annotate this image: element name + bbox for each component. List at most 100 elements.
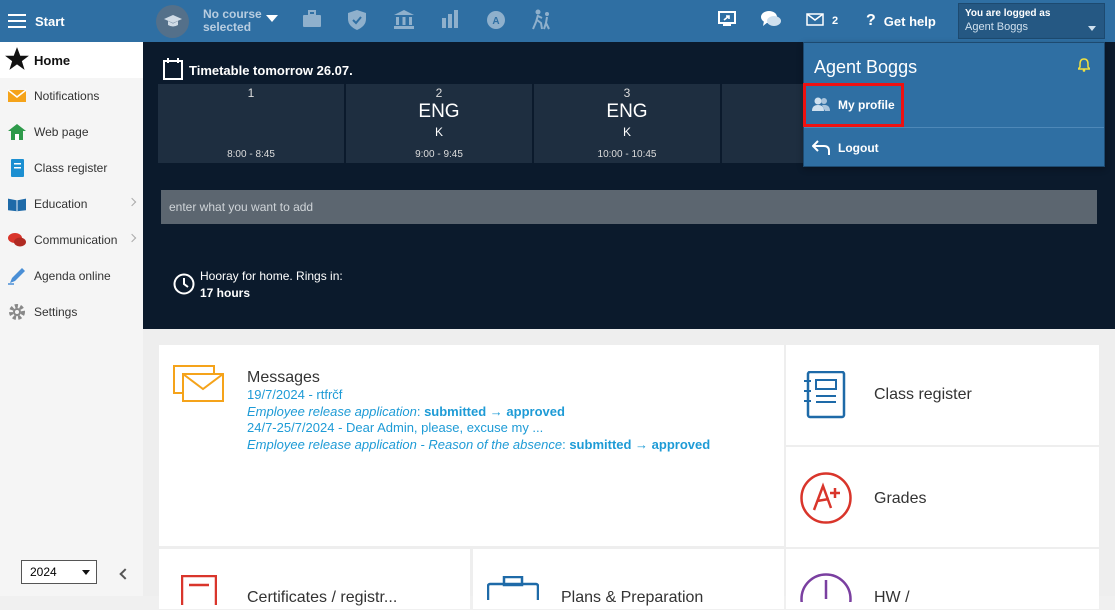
logout-menu-item[interactable]: Logout [804,129,1104,167]
user-menu-toggle[interactable]: You are logged as Agent Boggs [958,3,1105,39]
grade-badge-icon[interactable]: A [486,10,506,35]
house-icon [8,123,26,141]
pen-icon [8,267,26,285]
logged-user-name: Agent Boggs [965,21,1028,33]
message-entry-type: Employee release application [247,403,417,419]
sidebar-item-communication[interactable]: Communication [0,222,143,258]
sidebar-item-label: Communication [34,233,118,247]
logout-label: Logout [838,141,879,155]
clock-icon [173,273,195,298]
timetable-period[interactable]: 2 ENG K 9:00 - 9:45 [346,84,532,163]
briefcase-icon [486,575,540,610]
chevron-right-icon [127,233,137,243]
chat-bubbles-icon [8,231,26,249]
period-number: 2 [435,86,443,100]
timetable-period[interactable]: 1 8:00 - 8:45 [158,84,344,163]
course-line2: selected [203,20,252,34]
rings-line1: Hooray for home. Rings in: [200,269,343,283]
sidebar-item-label: Web page [34,125,89,139]
logged-as-label: You are logged as [965,8,1051,19]
my-profile-menu-item[interactable]: My profile [804,86,1104,124]
sidebar-item-education[interactable]: Education [0,186,143,222]
message-entry-date[interactable]: 19/7/2024 - rtfrčf [247,387,777,404]
plans-label: Plans & Preparation [561,589,704,606]
sidebar-item-notifications[interactable]: Notifications [0,78,143,114]
messages-button[interactable]: 2 [806,0,838,42]
message-entry-status: submitted → approved [424,403,565,419]
message-entry-detail: Employee release application: submitted … [247,403,565,419]
message-entry-status: submitted → approved [569,436,711,452]
quick-add-input[interactable] [161,190,1097,224]
question-icon: ? [866,12,876,29]
dropdown-divider [804,127,1104,128]
rings-line2: 17 hours [200,286,251,300]
sidebar-item-home[interactable]: Home [0,42,143,78]
envelope-icon [8,87,26,105]
envelopes-icon [173,365,225,408]
bank-icon[interactable] [394,10,414,34]
clock-icon [799,572,853,610]
star-icon [4,46,30,75]
grades-label: Grades [874,490,927,507]
graduation-cap-icon[interactable] [156,5,189,38]
dashboard-cards: Messages 19/7/2024 - rtfrčf Employee rel… [143,329,1115,610]
class-register-card[interactable]: Class register [786,345,1099,445]
certificates-label: Certificates / registr... [247,589,398,606]
message-entry-detail: Employee release application - Reason of… [247,436,711,452]
chevron-down-icon [82,570,90,575]
user-dropdown-menu: Agent Boggs My profile Logout [803,42,1105,167]
sidebar-item-web-page[interactable]: Web page [0,114,143,150]
bar-chart-icon[interactable] [441,10,459,33]
sidebar-item-class-register[interactable]: Class register [0,150,143,186]
collapse-sidebar-icon[interactable] [119,568,131,580]
my-profile-label: My profile [838,98,895,112]
period-subject: ENG [606,101,648,122]
get-help-button[interactable]: ? Get help [866,0,936,42]
top-bar: Start No course selected A 2 ? Get help [0,0,1115,42]
screen-share-icon[interactable] [718,11,736,32]
sidebar-home-label: Home [34,52,71,68]
walking-people-icon[interactable] [531,9,553,36]
period-number: 1 [247,86,255,100]
message-entry-date[interactable]: 24/7-25/7/2024 - Dear Admin, please, exc… [247,420,777,437]
sidebar-item-agenda-online[interactable]: Agenda online [0,258,143,294]
sidebar-item-label: Education [34,197,88,211]
certificates-card[interactable]: Certificates / registr... [159,549,470,610]
period-subject: ENG [418,101,460,122]
svg-text:A: A [492,16,499,27]
messages-card[interactable]: Messages 19/7/2024 - rtfrčf Employee rel… [159,345,784,546]
briefcase-icon[interactable] [302,10,322,33]
timetable-period[interactable]: 3 ENG K 10:00 - 10:45 [534,84,720,163]
chat-icon[interactable] [761,10,781,33]
gear-icon [8,303,26,321]
grades-card[interactable]: Grades [786,447,1099,547]
users-icon [812,97,830,114]
course-selector[interactable]: No course selected [203,8,262,34]
sidebar-item-label: Agenda online [34,269,111,283]
chevron-down-icon[interactable] [266,15,278,22]
chevron-right-icon [127,197,137,207]
sidebar-item-label: Class register [34,161,108,175]
year-select[interactable]: 2024 [21,560,97,584]
bell-icon[interactable] [1076,58,1092,77]
period-room: K [434,125,443,139]
homework-label: HW / [874,589,910,606]
timetable-title: Timetable tomorrow 26.07. [163,58,353,83]
plans-card[interactable]: Plans & Preparation [473,549,784,610]
start-menu-button[interactable]: Start [8,0,65,42]
grade-a-plus-icon [799,471,853,530]
message-entry-type: Employee release application - Reason of… [247,436,563,452]
class-register-label: Class register [874,386,972,403]
sidebar: Home Notifications Web page Class regist… [0,42,143,596]
start-label: Start [35,13,65,29]
timetable-title-text: Timetable tomorrow 26.07. [189,63,353,78]
period-number: 3 [623,86,631,100]
sidebar-item-settings[interactable]: Settings [0,294,143,330]
certificate-icon [180,574,218,610]
homework-card[interactable]: HW / [786,549,1099,610]
logout-arrow-icon [811,139,830,158]
period-time: 10:00 - 10:45 [597,149,657,160]
shield-icon[interactable] [348,10,366,35]
envelope-icon [806,13,824,29]
notebook-icon [804,370,846,424]
